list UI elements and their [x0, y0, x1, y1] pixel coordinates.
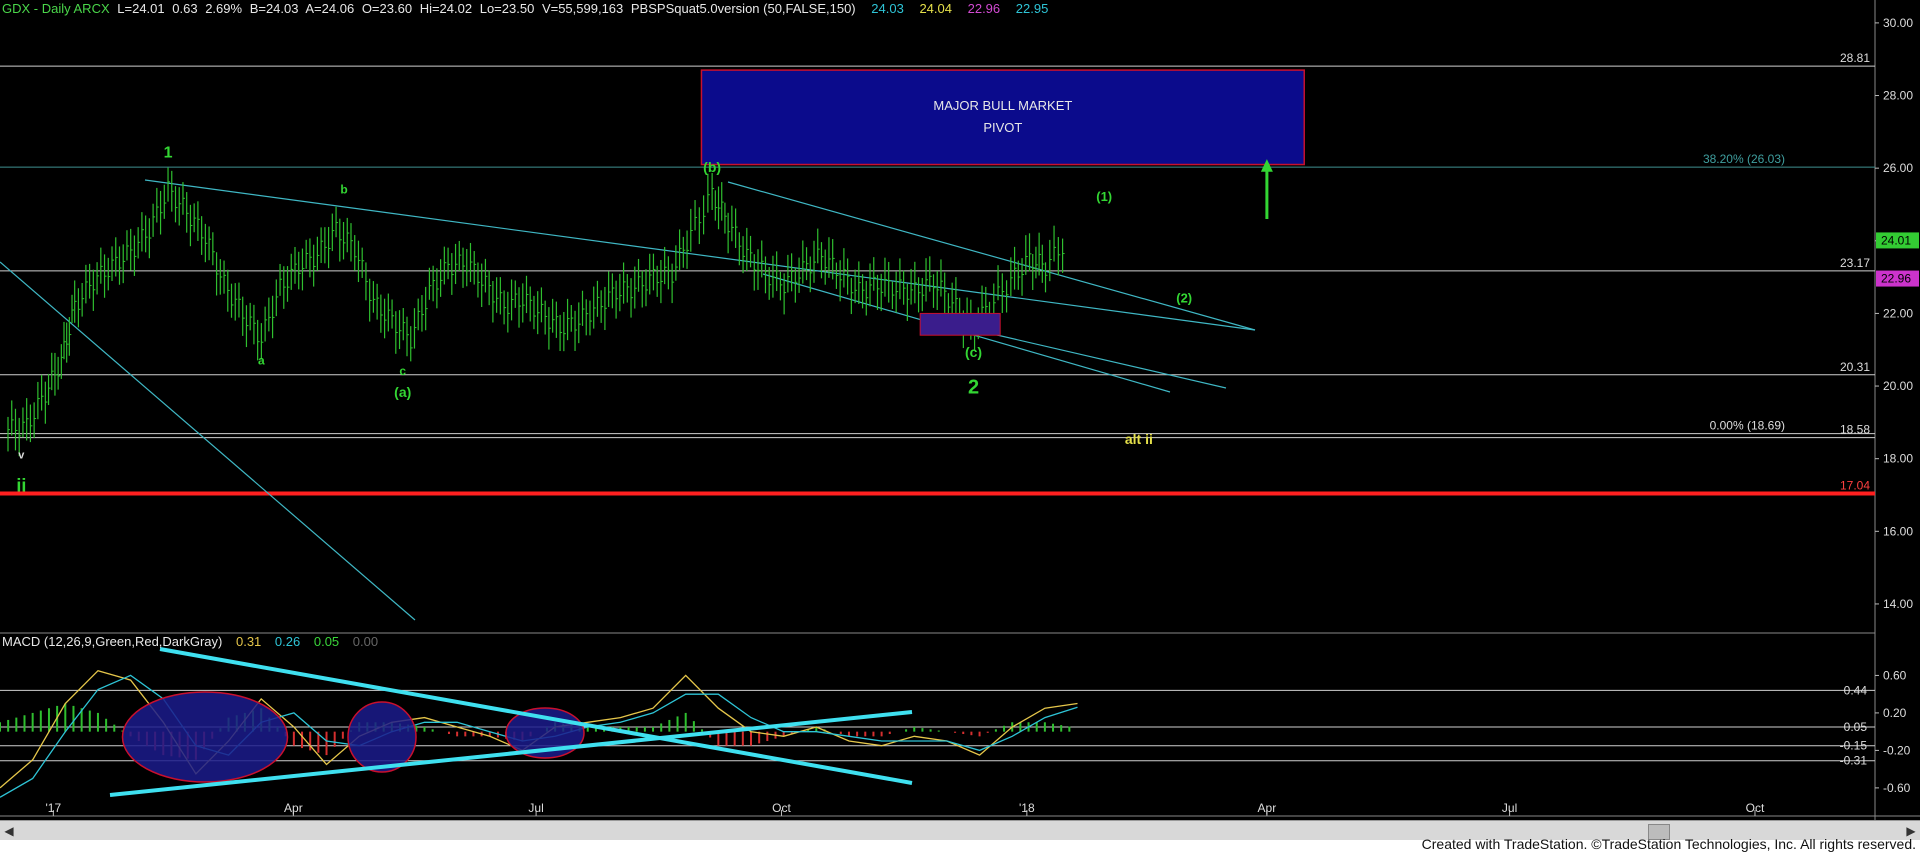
pivot-box-text: PIVOT: [983, 120, 1022, 135]
wave-label: a: [258, 353, 265, 367]
time-tick-label: Jul: [1502, 801, 1517, 815]
time-tick-label: '18: [1019, 801, 1035, 815]
bull-market-pivot-box: [700, 69, 1305, 166]
chart-window: 30.0028.0026.0024.0022.0020.0018.0016.00…: [0, 0, 1920, 858]
footer-bar: Created with TradeStation. ©TradeStation…: [0, 836, 1920, 858]
macd-value-1: 0.31: [235, 634, 262, 649]
price-tick-label: 20.00: [1883, 379, 1913, 393]
ask-price: A=24.06: [305, 1, 355, 16]
study-value-3: 22.96: [967, 1, 1001, 16]
price-tick-label: 30.00: [1883, 16, 1913, 30]
price-tick-label: 16.00: [1883, 524, 1913, 538]
level-label: 18.58: [1840, 423, 1870, 437]
wave-label: (2): [1176, 291, 1192, 306]
price-tick-label: 14.00: [1883, 597, 1913, 611]
wave-label: v: [18, 450, 25, 462]
price-tag-label: 24.01: [1881, 233, 1911, 247]
macd-header: MACD (12,26,9,Green,Red,DarkGray) 0.31 0…: [2, 634, 382, 649]
net-change: 0.63: [172, 1, 198, 16]
wave-label: (a): [394, 384, 411, 400]
wave-label: 2: [968, 376, 979, 398]
time-tick-label: Jul: [528, 801, 543, 815]
study-value-1: 24.03: [871, 1, 904, 16]
chart-header: GDX - Daily ARCX L=24.01 0.63 2.69% B=24…: [2, 1, 1052, 16]
price-tick-label: 28.00: [1883, 89, 1913, 103]
wave-label: (1): [1096, 189, 1112, 204]
macd-tick-label: -0.60: [1883, 781, 1911, 795]
level-label: 17.04: [1840, 479, 1870, 493]
macd-label: MACD (12,26,9,Green,Red,DarkGray): [2, 634, 223, 649]
low-price: Lo=23.50: [479, 1, 535, 16]
level-label: 28.81: [1840, 51, 1870, 65]
high-price: Hi=24.02: [419, 1, 473, 16]
scroll-left-arrow-icon[interactable]: ◀: [2, 824, 16, 838]
level-label: 38.20% (26.03): [1703, 152, 1785, 166]
macd-highlight-ellipse: [347, 701, 417, 773]
time-tick-label: Apr: [1258, 801, 1277, 815]
bid-price: B=24.03: [249, 1, 299, 16]
price-tick-label: 18.00: [1883, 452, 1913, 466]
open-price: O=23.60: [361, 1, 413, 16]
macd-level-label: 0.05: [1844, 720, 1868, 734]
level-label: 23.17: [1840, 256, 1870, 270]
macd-value-3: 0.05: [313, 634, 340, 649]
time-tick-label: Oct: [772, 801, 791, 815]
price-chart[interactable]: 30.0028.0026.0024.0022.0020.0018.0016.00…: [0, 0, 1920, 820]
study-name: PBSPSquat5.0version (50,FALSE,150): [630, 1, 856, 16]
macd-level-label: 0.44: [1844, 683, 1868, 697]
footer-credit: Created with TradeStation. ©TradeStation…: [1421, 836, 1916, 852]
wave-label: (b): [703, 159, 721, 175]
small-pivot-box: [919, 312, 1001, 336]
wave-label: b: [340, 183, 347, 197]
symbol-label: GDX - Daily ARCX: [2, 1, 110, 16]
price-tick-label: 22.00: [1883, 306, 1913, 320]
time-tick-label: Apr: [284, 801, 303, 815]
time-tick-label: '17: [46, 801, 62, 815]
wave-label: ii: [16, 475, 26, 495]
wave-label: 1: [164, 144, 173, 161]
pct-change: 2.69%: [205, 1, 243, 16]
study-value-4: 22.95: [1015, 1, 1049, 16]
last-price: L=24.01: [117, 1, 165, 16]
level-label: 20.31: [1840, 360, 1870, 374]
price-tag-label: 22.96: [1881, 272, 1911, 286]
macd-value-4: 0.00: [352, 634, 379, 649]
wave-label: (c): [965, 344, 982, 360]
macd-value-2: 0.26: [274, 634, 301, 649]
study-value-2: 24.04: [919, 1, 952, 16]
macd-level-label: -0.31: [1840, 754, 1868, 768]
time-tick-label: Oct: [1746, 801, 1765, 815]
macd-level-label: -0.15: [1840, 739, 1868, 753]
wave-label: alt ii: [1125, 431, 1153, 447]
pivot-box-text: MAJOR BULL MARKET: [933, 98, 1072, 113]
wave-label: c: [399, 364, 406, 378]
macd-tick-label: -0.20: [1883, 743, 1911, 757]
volume: V=55,599,163: [541, 1, 624, 16]
macd-highlight-ellipse: [121, 691, 289, 783]
level-label: 0.00% (18.69): [1710, 419, 1785, 433]
macd-tick-label: 0.20: [1883, 706, 1907, 720]
price-tick-label: 26.00: [1883, 161, 1913, 175]
macd-tick-label: 0.60: [1883, 668, 1907, 682]
